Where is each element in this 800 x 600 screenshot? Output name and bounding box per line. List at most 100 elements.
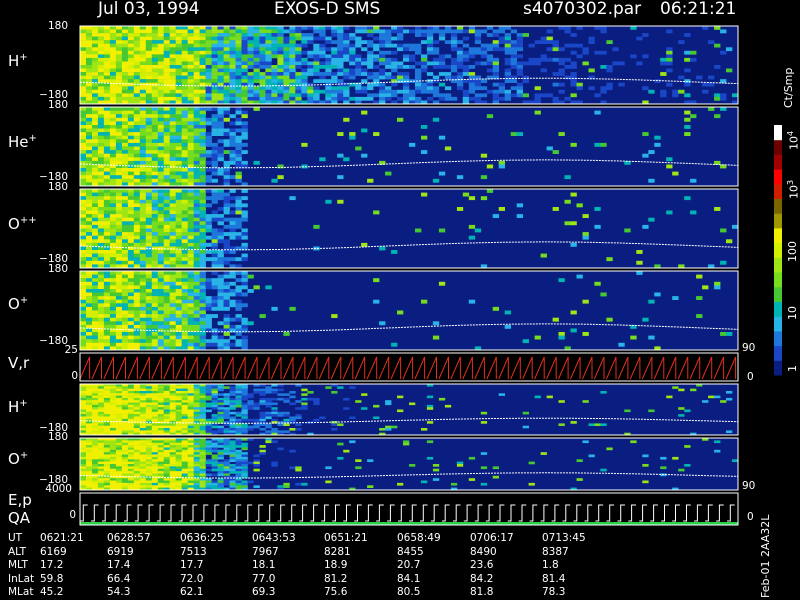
spectrogram-cell [241, 210, 248, 215]
spectrogram-cell [235, 324, 242, 329]
spectrogram-cell [139, 395, 147, 399]
spectrogram-cell [121, 480, 129, 484]
spectrogram-cell [486, 61, 494, 66]
spectrogram-cell [349, 386, 356, 389]
spectrogram-cell [127, 221, 135, 226]
spectrogram-cell [193, 65, 200, 69]
spectrogram-cell [139, 221, 147, 226]
spectrogram-cell [121, 61, 129, 66]
spectrogram-cell [97, 285, 105, 290]
spectrogram-cell [133, 445, 141, 448]
spectrogram-cell [217, 36, 224, 41]
spectrogram-cell [229, 128, 236, 133]
spectrogram-cell [97, 36, 105, 41]
spectrogram-cell [121, 257, 129, 262]
spectrogram-cell [199, 386, 206, 389]
spectrogram-cell [217, 72, 224, 76]
spectrogram-cell [211, 125, 218, 129]
spectrogram-cell [92, 388, 99, 392]
spectrogram-cell [241, 430, 248, 433]
spectrogram-cell [223, 464, 230, 467]
spectrogram-cell [325, 466, 332, 470]
spectrogram-cell [163, 239, 170, 244]
spectrogram-cell [121, 235, 129, 240]
spectrogram-cell [217, 157, 224, 162]
spectrogram-cell [391, 93, 398, 98]
ytick-p1-max: 180 [47, 99, 68, 111]
spectrogram-cell [103, 157, 111, 162]
spectrogram-cell [115, 242, 123, 247]
spectrogram-cell [516, 33, 523, 37]
spectrogram-cell [157, 456, 165, 460]
spectrogram-cell [139, 281, 147, 286]
spectrogram-cell [169, 117, 176, 122]
spectrogram-cell [139, 321, 147, 326]
spectrogram-cell [313, 47, 320, 52]
spectrogram-cell [331, 40, 338, 44]
spectrogram-cell [540, 68, 547, 73]
spectrogram-cell [492, 33, 499, 37]
spectrogram-cell [175, 57, 182, 62]
spectrogram-cell [175, 199, 182, 204]
spectrogram-cell [133, 459, 141, 462]
spectrogram-cell [313, 65, 320, 69]
spectrogram-cell [97, 47, 105, 52]
spectrogram-cell [127, 203, 135, 208]
spectrogram-cell [97, 407, 105, 410]
spectrogram-cell [235, 146, 242, 151]
spectrogram-cell [92, 110, 99, 115]
spectrogram-cell [97, 171, 105, 176]
spectrogram-cell [283, 75, 290, 80]
spectrogram-cell [229, 452, 236, 455]
spectrogram-cell [115, 324, 123, 329]
spectrogram-cell [121, 110, 129, 115]
spectrogram-cell [139, 447, 147, 451]
spectrogram-cell [187, 257, 194, 262]
spectrogram-cell [235, 459, 242, 462]
spectrogram-cell [720, 400, 727, 403]
spectrogram-cell [139, 224, 147, 229]
table-cell: 0658:49 [397, 532, 441, 544]
spectrogram-cell [241, 482, 248, 486]
spectrogram-cell [193, 480, 200, 484]
spectrogram-cell [438, 57, 446, 62]
spectrogram-cell [163, 75, 170, 80]
spectrogram-cell [92, 407, 99, 410]
spectrogram-cell [648, 335, 655, 340]
spectrogram-cell [80, 464, 87, 467]
spectrogram-cell [80, 314, 87, 318]
spectrogram-cell [331, 47, 338, 52]
spectrogram-cell [121, 332, 129, 336]
spectrogram-cell [444, 93, 452, 98]
spectrogram-cell [109, 425, 117, 429]
spectrogram-cell [444, 96, 452, 101]
spectrogram-cell [115, 121, 123, 126]
table-cell: 54.3 [107, 586, 131, 598]
spectrogram-cell [187, 65, 194, 69]
spectrogram-cell [600, 29, 607, 34]
spectrogram-cell [97, 423, 105, 426]
spectrogram-cell [181, 471, 188, 474]
spectrogram-cell [480, 153, 488, 158]
spectrogram-cell [271, 418, 278, 422]
spectrogram-cell [157, 310, 165, 315]
spectrogram-cell [175, 416, 182, 420]
spectrogram-cell [86, 306, 93, 311]
spectrogram-cell [415, 82, 422, 87]
spectrogram-cell [271, 65, 278, 69]
spectrogram-cell [313, 61, 320, 66]
panel-0 [79, 25, 739, 105]
spectrogram-cell [193, 75, 200, 80]
spectrogram-cell [193, 89, 200, 94]
spectrogram-cell [109, 114, 117, 119]
spectrogram-cell [187, 50, 194, 55]
ytick-p3-max: 180 [47, 263, 68, 275]
spectrogram-cell [468, 235, 476, 240]
spectrogram-cell [133, 196, 141, 201]
spectrogram-cell [642, 464, 649, 467]
spectrogram-cell [193, 395, 200, 399]
spectrogram-cell [103, 303, 111, 308]
spectrogram-cell [80, 43, 87, 48]
spectrogram-cell [139, 480, 147, 484]
spectrogram-cell [355, 459, 362, 462]
